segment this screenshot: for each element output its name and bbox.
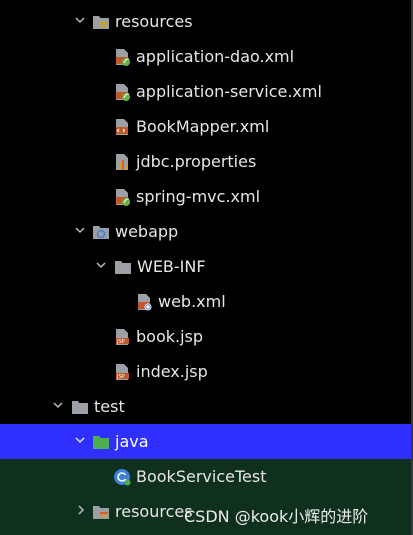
tree-node-resources[interactable]: resources [0, 4, 411, 39]
tree-node-book-jsp[interactable]: JSP book.jsp [0, 319, 411, 354]
web-folder-icon [92, 223, 110, 241]
resources-folder-icon [92, 13, 110, 31]
tree-node-web-inf[interactable]: WEB-INF [0, 249, 411, 284]
spring-xml-icon [113, 83, 131, 101]
tree-node-label: application-service.xml [136, 82, 322, 101]
java-class-icon [113, 468, 131, 486]
web-xml-icon [135, 293, 153, 311]
tree-node-index-jsp[interactable]: JSP index.jsp [0, 354, 411, 389]
spring-xml-icon [113, 48, 131, 66]
tree-node-label: webapp [115, 222, 179, 241]
tree-node-jdbc-properties[interactable]: jdbc.properties [0, 144, 411, 179]
chevron-down-icon[interactable] [96, 260, 106, 270]
folder-icon [71, 398, 89, 416]
tree-node-java[interactable]: java [0, 424, 411, 459]
properties-icon [113, 153, 131, 171]
tree-node-bookservicetest[interactable]: BookServiceTest [0, 459, 411, 494]
tree-node-bookmapper-xml[interactable]: BookMapper.xml [0, 109, 411, 144]
svg-text:JSP: JSP [116, 374, 125, 380]
chevron-down-icon[interactable] [75, 15, 85, 25]
watermark: CSDN @kook小辉的进阶 [184, 507, 369, 526]
test-resources-folder-icon [92, 503, 110, 521]
chevron-down-icon[interactable] [53, 400, 63, 410]
tree-node-label: web.xml [158, 292, 226, 311]
tree-node-webapp[interactable]: webapp [0, 214, 411, 249]
project-tree: resources application-dao.xml applicatio… [0, 0, 411, 535]
tree-node-test[interactable]: test [0, 389, 411, 424]
test-source-folder-icon [92, 433, 110, 451]
tree-node-label: java [115, 432, 149, 451]
tree-node-label: test [94, 397, 125, 416]
tree-node-label: resources [115, 12, 193, 31]
tree-node-label: BookServiceTest [136, 467, 267, 486]
tree-node-application-dao-xml[interactable]: application-dao.xml [0, 39, 411, 74]
svg-text:JSP: JSP [116, 339, 125, 345]
tree-node-web-xml[interactable]: web.xml [0, 284, 411, 319]
jsp-icon: JSP [113, 328, 131, 346]
tree-node-spring-mvc-xml[interactable]: spring-mvc.xml [0, 179, 411, 214]
tree-node-label: resources [115, 502, 193, 521]
spring-xml-icon [113, 188, 131, 206]
tree-node-label: book.jsp [136, 327, 204, 346]
folder-icon [114, 258, 132, 276]
tree-node-label: application-dao.xml [136, 47, 295, 66]
mybatis-xml-icon [113, 118, 131, 136]
tree-node-label: BookMapper.xml [136, 117, 270, 136]
tree-node-label: WEB-INF [137, 257, 206, 276]
chevron-down-icon[interactable] [75, 225, 85, 235]
tree-node-label: index.jsp [136, 362, 208, 381]
tree-node-label: spring-mvc.xml [136, 187, 261, 206]
tree-node-label: jdbc.properties [136, 152, 257, 171]
tree-node-application-service-xml[interactable]: application-service.xml [0, 74, 411, 109]
chevron-right-icon[interactable] [76, 505, 86, 515]
jsp-icon: JSP [113, 363, 131, 381]
chevron-down-icon[interactable] [75, 435, 85, 445]
